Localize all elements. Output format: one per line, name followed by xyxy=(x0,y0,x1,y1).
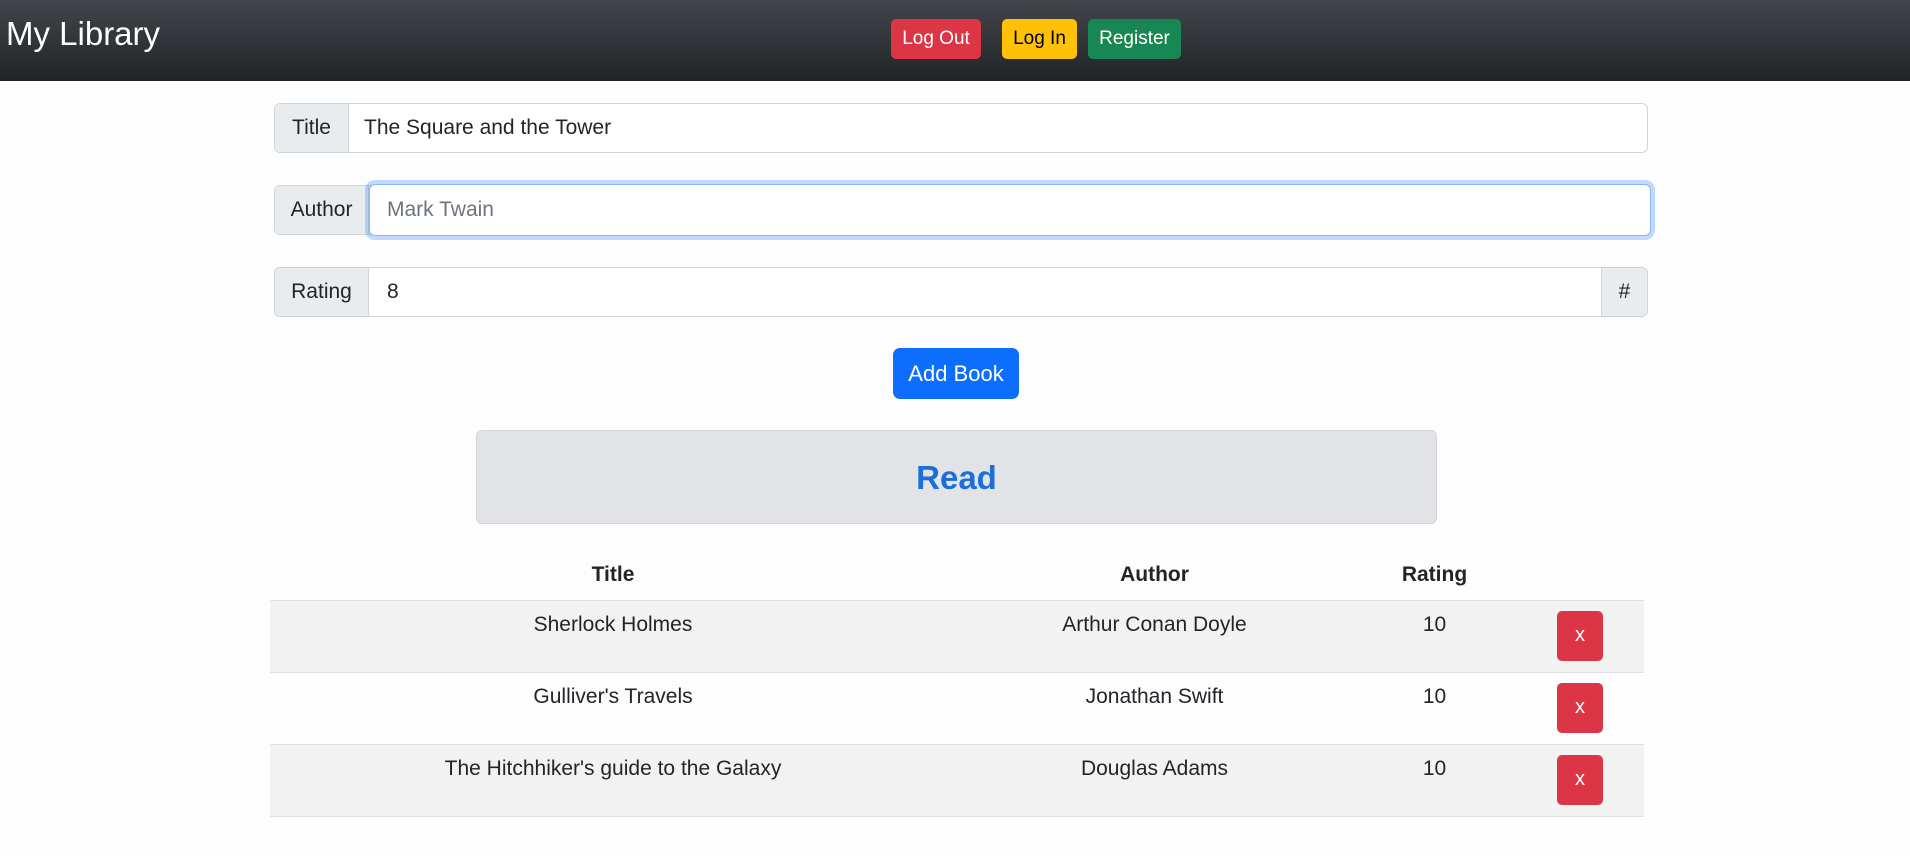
column-header-title: Title xyxy=(270,550,956,601)
author-field-group: Author xyxy=(274,184,1651,236)
table-row: Gulliver's Travels Jonathan Swift 10 x xyxy=(270,672,1644,745)
register-button[interactable]: Register xyxy=(1088,19,1181,59)
rating-field-label: Rating xyxy=(275,268,369,316)
read-heading: Read xyxy=(916,459,997,496)
top-navbar: My Library Log Out Log In Register xyxy=(0,0,1910,81)
read-section-header: Read xyxy=(476,430,1437,524)
book-action-cell: x xyxy=(1516,672,1644,745)
table-row: The Hitchhiker's guide to the Galaxy Dou… xyxy=(270,744,1644,817)
login-button[interactable]: Log In xyxy=(1002,19,1077,59)
title-field-group: Title xyxy=(274,103,1648,153)
rating-field-group: Rating # xyxy=(274,267,1648,317)
book-title-cell: Gulliver's Travels xyxy=(270,672,956,745)
book-action-cell: x xyxy=(1516,600,1644,673)
app-brand[interactable]: My Library xyxy=(6,14,160,54)
table-header-row: Title Author Rating xyxy=(270,550,1644,601)
read-books-table: Title Author Rating Sherlock Holmes Arth… xyxy=(270,550,1644,817)
book-rating-cell: 10 xyxy=(1353,600,1516,673)
column-header-rating: Rating xyxy=(1353,550,1516,601)
book-action-cell: x xyxy=(1516,744,1644,817)
title-field-label: Title xyxy=(275,104,349,152)
author-input[interactable] xyxy=(387,186,1637,234)
book-rating-cell: 10 xyxy=(1353,672,1516,745)
book-author-cell: Jonathan Swift xyxy=(956,672,1353,745)
add-book-button[interactable]: Add Book xyxy=(893,348,1019,399)
book-author-cell: Arthur Conan Doyle xyxy=(956,600,1353,673)
book-title-cell: The Hitchhiker's guide to the Galaxy xyxy=(270,744,956,817)
rating-input[interactable] xyxy=(387,268,1587,316)
table-row: Sherlock Holmes Arthur Conan Doyle 10 x xyxy=(270,600,1644,673)
book-rating-cell: 10 xyxy=(1353,744,1516,817)
title-input[interactable] xyxy=(364,104,1634,152)
column-header-actions xyxy=(1516,550,1644,601)
book-title-cell: Sherlock Holmes xyxy=(270,600,956,673)
column-header-author: Author xyxy=(956,550,1353,601)
book-author-cell: Douglas Adams xyxy=(956,744,1353,817)
delete-book-button[interactable]: x xyxy=(1557,610,1603,661)
delete-book-button[interactable]: x xyxy=(1557,754,1603,805)
delete-book-button[interactable]: x xyxy=(1557,682,1603,733)
rating-hash-addon: # xyxy=(1601,268,1647,316)
logout-button[interactable]: Log Out xyxy=(891,19,981,59)
author-field-label: Author xyxy=(275,186,369,234)
